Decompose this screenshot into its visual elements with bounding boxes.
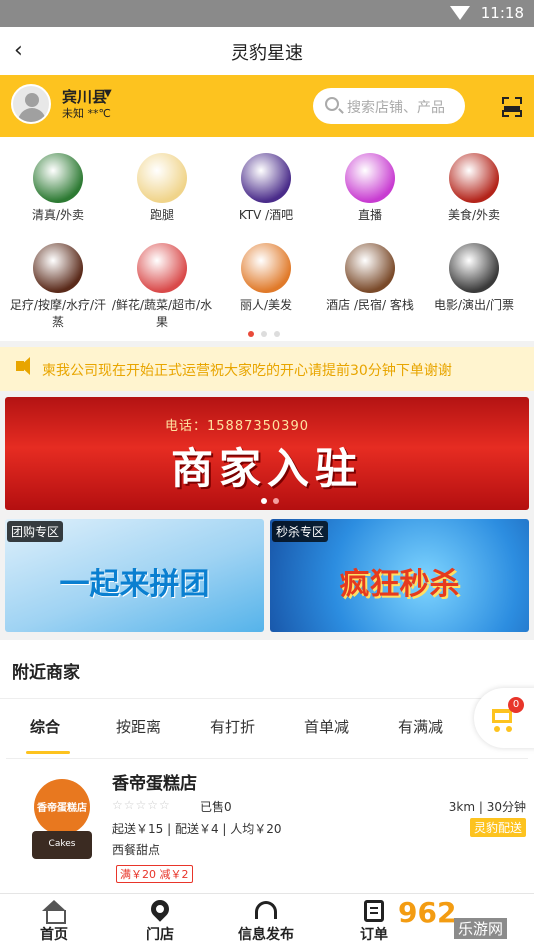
errand-icon <box>137 153 187 203</box>
tab-full-reduction[interactable]: 有满减 <box>398 716 443 737</box>
hotel-icon <box>345 243 395 293</box>
store-name: 香帝蛋糕店 <box>112 774 197 794</box>
home-icon <box>41 900 67 924</box>
tab-overall[interactable]: 综合 <box>30 716 60 737</box>
speaker-icon <box>16 357 30 375</box>
beauty-icon <box>241 243 291 293</box>
category-flowers-grocery[interactable]: /鲜花/蔬菜/超市/水果 <box>110 243 214 331</box>
weather-text: 未知 **℃ <box>62 107 111 120</box>
cart-badge: 0 <box>508 697 524 713</box>
notice-text: 柬我公司现在开始正式运营祝大家吃的开心请提前30分钟下单谢谢 <box>42 363 452 379</box>
cart-button[interactable]: 0 <box>474 688 534 748</box>
store-logo: 香帝蛋糕店 Cakes <box>12 771 108 871</box>
delivery-fees: 起送￥15 | 配送￥4 | 人均￥20 <box>112 822 282 836</box>
status-bar: 11:18 <box>0 0 534 27</box>
tab-first-order[interactable]: 首单减 <box>304 716 349 737</box>
status-time: 11:18 <box>480 4 524 22</box>
promo-title: 一起来拼团 <box>59 567 210 602</box>
category-halal[interactable]: 清真/外卖 <box>6 153 110 224</box>
category-hotel[interactable]: 酒店 /民宿/ 客栈 <box>318 243 422 314</box>
promo-title: 疯狂秒杀 <box>339 567 460 602</box>
headset-icon <box>255 901 277 919</box>
sold-count: 已售0 <box>200 800 232 814</box>
promo-flash-sale[interactable]: 秒杀专区 疯狂秒杀 <box>270 519 529 632</box>
search-icon <box>325 97 339 111</box>
halal-icon <box>33 153 83 203</box>
live-icon <box>345 153 395 203</box>
location-selector[interactable]: 宾川县 <box>62 86 107 107</box>
order-icon <box>364 900 384 922</box>
cart-icon <box>492 709 512 723</box>
ktv-icon <box>241 153 291 203</box>
category-page-dots <box>248 322 287 341</box>
category-food[interactable]: 美食/外卖 <box>422 153 526 224</box>
watermark-logo: 962 乐游网 <box>398 896 534 944</box>
chevron-down-icon[interactable]: ▼ <box>104 88 112 99</box>
location-pin-icon <box>147 896 173 922</box>
store-category: 西餐甜点 <box>112 843 161 857</box>
promo-group-buy[interactable]: 团购专区 一起来拼团 <box>5 519 264 632</box>
offer-tag: 满￥20 减￥2 <box>116 865 193 883</box>
flower-icon <box>137 243 187 293</box>
movie-icon <box>449 243 499 293</box>
massage-icon <box>33 243 83 293</box>
nav-home[interactable]: 首页 <box>14 898 94 944</box>
scan-icon[interactable] <box>502 97 522 117</box>
category-errand[interactable]: 跑腿 <box>110 153 214 224</box>
rating-stars: ☆☆☆☆☆ <box>112 798 171 812</box>
promo-tag: 秒杀专区 <box>272 521 329 542</box>
tab-discount[interactable]: 有打折 <box>210 716 255 737</box>
search-placeholder: 搜索店铺、产品 <box>347 100 445 116</box>
category-massage[interactable]: 足疗/按摩/水疗/汗蒸 <box>6 243 110 331</box>
category-ktv[interactable]: KTV /酒吧 <box>214 153 318 224</box>
banner-dots <box>261 489 285 508</box>
promo-tag: 团购专区 <box>7 521 64 542</box>
active-tab-indicator <box>26 751 70 754</box>
food-icon <box>449 153 499 203</box>
category-live[interactable]: 直播 <box>318 153 422 224</box>
avatar[interactable] <box>11 84 51 124</box>
distance-time: 3km | 30分钟 <box>448 800 526 814</box>
title-bar: ‹ 灵豹星速 <box>0 27 534 75</box>
category-grid: 清真/外卖 跑腿 KTV /酒吧 直播 美食/外卖 足疗/按摩/水疗/汗蒸 /鲜… <box>0 137 534 341</box>
location-search-bar: 宾川县 ▼ 未知 **℃ 搜索店铺、产品 <box>0 75 534 137</box>
category-movie[interactable]: 电影/演出/门票 <box>422 243 526 314</box>
notice-bar[interactable]: 柬我公司现在开始正式运营祝大家吃的开心请提前30分钟下单谢谢 <box>0 347 534 391</box>
nav-post-info[interactable]: 信息发布 <box>226 898 306 944</box>
page-title: 灵豹星速 <box>231 43 303 64</box>
banner-phone: 电话：15887350390 <box>165 419 309 434</box>
banner-headline: 商家入驻 <box>170 444 363 493</box>
category-beauty[interactable]: 丽人/美发 <box>214 243 318 314</box>
tab-distance[interactable]: 按距离 <box>116 716 161 737</box>
nav-stores[interactable]: 门店 <box>120 896 200 944</box>
search-input[interactable]: 搜索店铺、产品 <box>313 88 465 124</box>
sort-tabs: 综合 按距离 有打折 首单减 有满减 <box>0 698 534 754</box>
section-title: 附近商家 <box>12 663 80 683</box>
store-card[interactable]: 香帝蛋糕店 Cakes 香帝蛋糕店 ☆☆☆☆☆ 已售0 3km | 30分钟 起… <box>6 758 528 892</box>
delivery-badge: 灵豹配送 <box>469 818 526 837</box>
banner-carousel[interactable]: 电话：15887350390 商家入驻 <box>5 397 529 510</box>
wifi-icon <box>450 6 470 20</box>
